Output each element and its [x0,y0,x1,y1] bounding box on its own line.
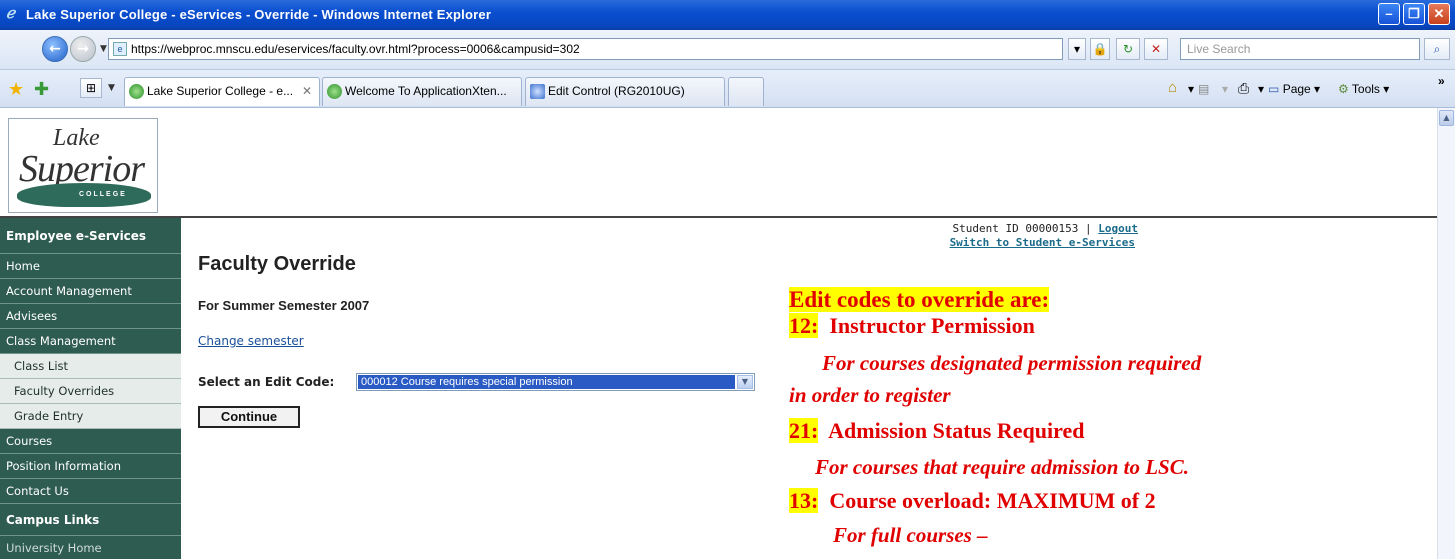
annotation-note: in order to register [789,383,951,407]
page-title: Faculty Override [198,253,356,275]
maximize-button[interactable]: ❐ [1403,3,1425,25]
sidebar: Employee e-Services Home Account Managem… [0,218,181,559]
tab-bar: ★ ✚ ⊞ ▼ Lake Superior College - e... ✕ W… [0,70,1455,108]
lock-icon[interactable]: 🔒 [1090,38,1110,60]
ie-icon: ℯ [6,5,15,22]
address-toolbar: ← → ▼ e https://webproc.mnscu.edu/eservi… [0,30,1455,70]
stop-button[interactable]: ✕ [1144,38,1168,60]
gear-icon: ⚙ [1338,82,1349,96]
annotation-heading: Edit codes to override are: [789,287,1050,313]
semester-label: For Summer Semester 2007 [198,298,370,313]
sidebar-item-university-home[interactable]: University Home [0,536,181,559]
search-placeholder: Live Search [1187,42,1251,56]
header-divider [0,216,1437,218]
close-button[interactable]: ✕ [1428,3,1450,25]
code-number: 12: [789,313,819,338]
annotation-code-13: 13: Course overload: MAXIMUM of 2 [789,488,1156,514]
code-title: Instructor Permission [829,313,1035,338]
annotation-note: For courses that require admission to LS… [815,455,1189,479]
home-dropdown-icon[interactable]: ▾ [1188,82,1194,96]
annotation-code-21: 21: Admission Status Required [789,418,1084,444]
page-content: Lake Superior COLLEGE Employee e-Service… [0,108,1437,559]
tab-label: Welcome To ApplicationXten... [345,84,507,98]
page-icon [530,84,545,99]
page-menu-label: Page [1282,82,1311,96]
logo-text-college: COLLEGE [79,191,127,198]
annotation-note: For full courses – [833,523,988,547]
add-favorites-icon[interactable]: ✚ [34,79,49,100]
window-titlebar: ℯ Lake Superior College - eServices - Ov… [0,0,1455,30]
sidebar-item-faculty-overrides[interactable]: Faculty Overrides [0,379,181,404]
vertical-scrollbar[interactable]: ▲ [1437,108,1455,559]
student-id-line: Student ID 00000153 | Logout [918,222,1138,235]
url-text: https://webproc.mnscu.edu/eservices/facu… [131,42,580,56]
sidebar-item-courses[interactable]: Courses [0,429,181,454]
minimize-button[interactable]: – [1378,3,1400,25]
sidebar-item-grade-entry[interactable]: Grade Entry [0,404,181,429]
code-title: Admission Status Required [828,418,1085,443]
chevron-down-icon[interactable]: ▼ [737,375,753,389]
tab-edit-control[interactable]: Edit Control (RG2010UG) [525,77,725,106]
page-icon [327,84,342,99]
back-button[interactable]: ← [42,36,68,62]
tab-label: Edit Control (RG2010UG) [548,84,685,98]
feeds-icon[interactable]: ▤ [1198,82,1209,96]
window-title: Lake Superior College - eServices - Over… [26,7,492,22]
history-dropdown-icon[interactable]: ▼ [100,44,107,54]
sidebar-item-contact-us[interactable]: Contact Us [0,479,181,504]
search-button[interactable]: ⌕ [1424,38,1450,60]
favorites-star-icon[interactable]: ★ [8,79,24,100]
tab-applicationxtender[interactable]: Welcome To ApplicationXten... [322,77,522,106]
page-icon: e [113,42,127,56]
tools-menu-label: Tools [1351,82,1380,96]
print-icon[interactable]: ⎙ [1238,80,1249,97]
print-dropdown-icon[interactable]: ▾ [1258,82,1264,96]
edit-code-selected-value: 000012 Course requires special permissio… [358,375,735,389]
page-icon: ▭ [1268,82,1280,96]
feeds-dropdown-icon[interactable]: ▾ [1222,82,1228,96]
scroll-up-icon[interactable]: ▲ [1439,110,1454,126]
sidebar-item-home[interactable]: Home [0,254,181,279]
change-semester-link[interactable]: Change semester [198,334,304,348]
new-tab-button[interactable] [728,77,764,106]
logout-link[interactable]: Logout [1098,222,1138,235]
student-id-text: Student ID 00000153 | [952,222,1092,235]
college-logo[interactable]: Lake Superior COLLEGE [8,118,158,213]
chevron-overflow-icon[interactable]: » [1438,74,1445,88]
sidebar-item-class-management[interactable]: Class Management [0,329,181,354]
tools-menu[interactable]: ⚙ Tools ▾ [1338,82,1389,96]
home-icon[interactable]: ⌂ [1168,79,1177,96]
code-number: 13: [789,488,819,513]
search-input[interactable]: Live Search [1180,38,1420,60]
quick-tabs-button[interactable]: ⊞ [80,78,102,98]
url-dropdown-button[interactable]: ▾ [1068,38,1086,60]
sidebar-campus-heading: Campus Links [0,504,181,536]
tab-lake-superior[interactable]: Lake Superior College - e... ✕ [124,77,320,106]
tab-list-dropdown-icon[interactable]: ▼ [108,83,115,93]
edit-code-label: Select an Edit Code: [198,375,335,389]
page-menu[interactable]: ▭ Page ▾ [1268,82,1320,96]
sidebar-heading: Employee e-Services [0,218,181,254]
code-number: 21: [789,418,819,443]
url-input[interactable]: e https://webproc.mnscu.edu/eservices/fa… [108,38,1063,60]
annotation-code-12: 12: Instructor Permission [789,313,1035,339]
tab-label: Lake Superior College - e... [147,84,294,98]
sidebar-item-class-list[interactable]: Class List [0,354,181,379]
page-icon [129,84,144,99]
sidebar-item-advisees[interactable]: Advisees [0,304,181,329]
annotation-heading-text: Edit codes to override are: [789,287,1050,312]
annotation-code-partial [789,549,825,559]
annotation-note: For courses designated permission requir… [822,351,1202,375]
edit-code-select[interactable]: 000012 Course requires special permissio… [356,373,755,391]
sidebar-item-account-management[interactable]: Account Management [0,279,181,304]
forward-button[interactable]: → [70,36,96,62]
sidebar-item-position-information[interactable]: Position Information [0,454,181,479]
switch-to-student-link[interactable]: Switch to Student e-Services [918,236,1135,249]
refresh-button[interactable]: ↻ [1116,38,1140,60]
code-title: Course overload: MAXIMUM of 2 [829,488,1156,513]
close-tab-icon[interactable]: ✕ [302,78,312,105]
continue-button[interactable]: Continue [198,406,300,428]
